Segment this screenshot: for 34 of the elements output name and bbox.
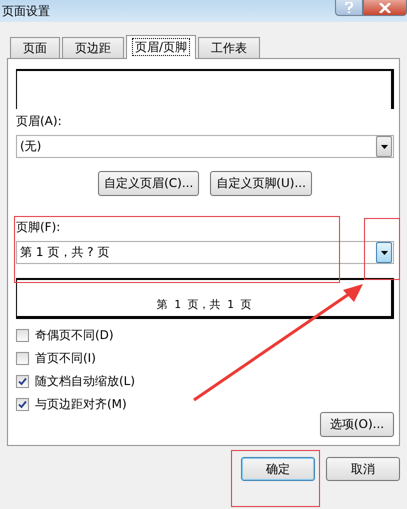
checkbox-label: 随文档自动缩放(L) (35, 372, 136, 390)
window-title: 页面设置 (1, 3, 50, 20)
checkbox[interactable] (16, 328, 29, 342)
header-dropdown[interactable]: (无) (16, 135, 394, 158)
footer-preview-text: 第 1 页，共 1 页 (156, 297, 252, 312)
dropdown-button[interactable] (376, 242, 392, 264)
tab[interactable]: 页面 (10, 37, 60, 58)
checkbox[interactable] (16, 352, 29, 364)
footer-dropdown[interactable]: 第 1 页，共 ? 页 (16, 241, 394, 264)
close-button[interactable] (363, 0, 407, 16)
cancel-button[interactable]: 取消 (326, 457, 400, 481)
help-icon (344, 2, 354, 13)
footer-label: 页脚(F): (16, 219, 62, 236)
help-button[interactable] (335, 0, 363, 16)
dropdown-button[interactable] (376, 136, 392, 158)
caret-icon (380, 144, 388, 149)
tab[interactable]: 页边距 (62, 37, 124, 58)
checkbox-label: 奇偶页不同(D) (35, 326, 114, 344)
tab[interactable]: 工作表 (198, 37, 260, 58)
options-button[interactable]: 选项(O)... (320, 412, 394, 437)
checkbox-label: 首页不同(I) (35, 350, 96, 366)
checkbox[interactable] (16, 374, 29, 388)
custom-button[interactable]: 自定义页脚(U)... (210, 171, 312, 196)
dropdown-value: (无) (19, 138, 42, 156)
header-label: 页眉(A): (16, 113, 63, 130)
caret-icon (380, 250, 388, 255)
checkbox-label: 与页边距对齐(M) (35, 396, 127, 412)
dropdown-value: 第 1 页，共 ? 页 (19, 244, 110, 262)
tab[interactable]: 页眉/页脚 (126, 35, 196, 59)
checkbox[interactable] (16, 398, 29, 410)
highlight-frame (364, 218, 400, 280)
ok-button[interactable]: 确定 (241, 457, 315, 481)
close-icon (379, 2, 391, 12)
custom-button[interactable]: 自定义页眉(C)... (98, 171, 200, 196)
